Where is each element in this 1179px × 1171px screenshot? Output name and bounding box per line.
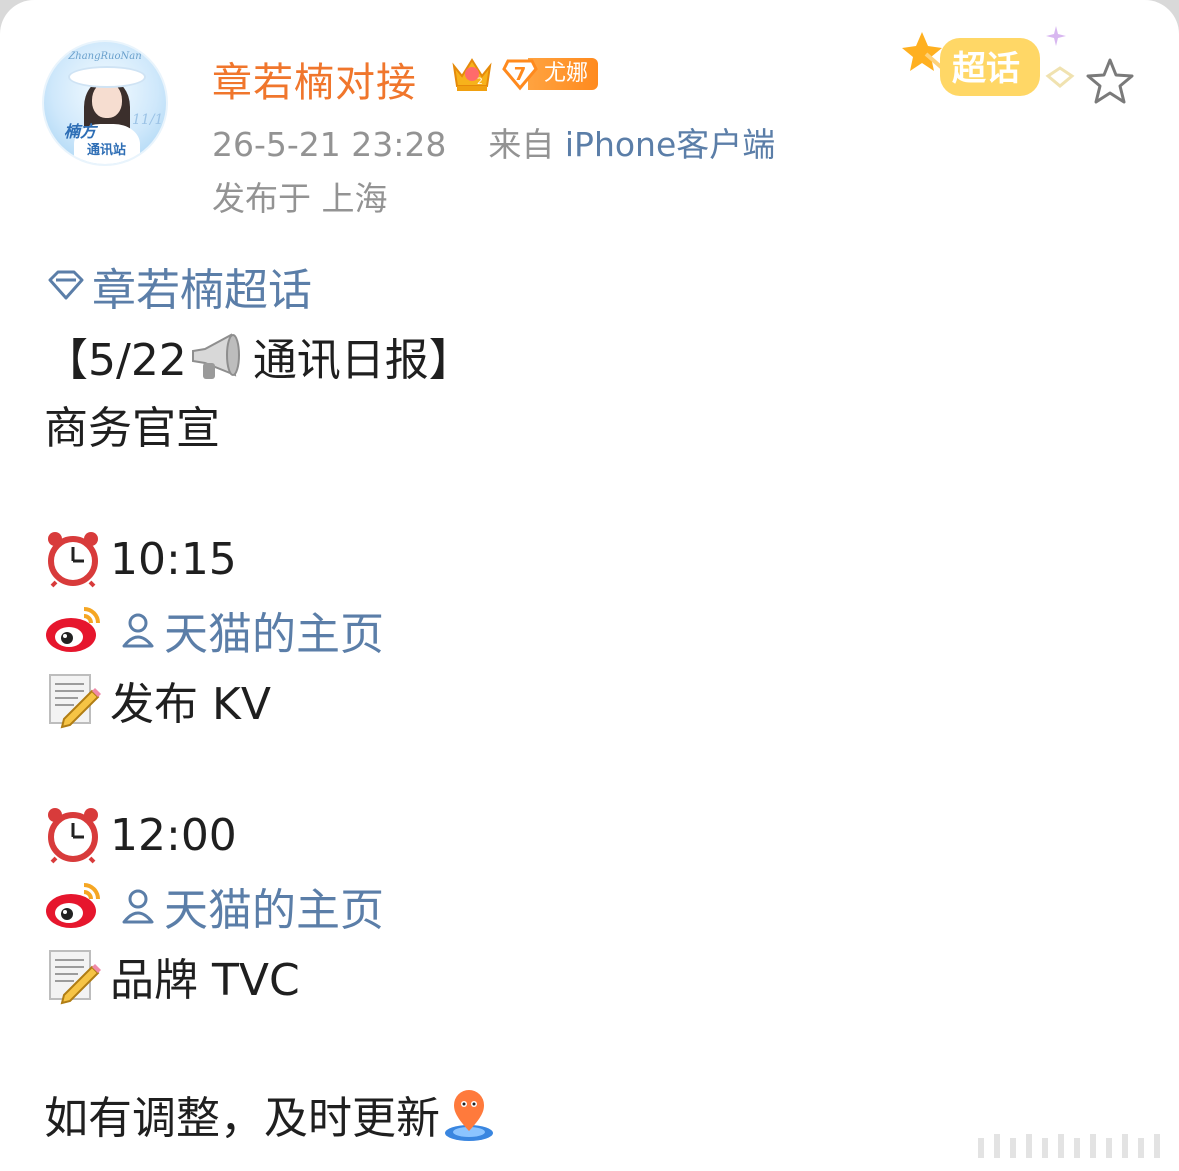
memo-icon — [49, 950, 101, 1005]
schedule-time-text: 10:15 — [110, 533, 237, 585]
post-footer: 如有调整，及时更新 — [44, 1082, 506, 1146]
title-open-text: 【5/22 — [44, 335, 187, 386]
schedule-task-1: 发布 KV — [44, 668, 271, 732]
supertopic-badge-icon[interactable]: 超话 — [900, 22, 1080, 108]
alarm-clock-icon — [48, 808, 98, 864]
post-title: 【5/22 通讯日报】 — [44, 324, 473, 388]
schedule-time-text: 12:00 — [110, 809, 237, 861]
star-icon[interactable] — [1084, 56, 1136, 108]
post-meta: 26-5-21 23:28 来自 iPhone客户端 — [212, 118, 775, 166]
avatar[interactable]: ZhangRuoNan 11/1 楠方 通讯站 — [42, 40, 168, 166]
schedule-task-text: 发布 KV — [110, 679, 271, 730]
supertopic-link[interactable]: 章若楠超话 — [44, 254, 312, 318]
supertopic-link-text: 章若楠超话 — [92, 265, 312, 316]
user-icon — [122, 889, 154, 924]
svg-text:超话: 超话 — [952, 49, 1020, 89]
level-badge-icon: 7 — [502, 57, 538, 91]
level-badge[interactable]: 7 尤娜 — [502, 56, 599, 92]
post-location: 发布于 上海 — [212, 179, 388, 218]
avatar-caption: ZhangRuoNan — [68, 51, 142, 62]
schedule-task-2: 品牌 TVC — [44, 944, 300, 1008]
memo-icon — [49, 674, 101, 729]
post-category: 商务官宣 — [44, 403, 220, 454]
account-link-1[interactable]: 天猫的主页 — [116, 598, 384, 662]
post-source-prefix: 来自 — [488, 125, 555, 164]
location-pin-icon — [445, 1090, 493, 1141]
level-tag: 尤娜 — [528, 58, 599, 90]
account-link-text: 天猫的主页 — [164, 885, 384, 936]
schedule-account-2: 天猫的主页 — [44, 874, 384, 938]
post-source-client[interactable]: iPhone客户端 — [565, 125, 775, 164]
svg-text:2: 2 — [477, 77, 483, 87]
weibo-logo-icon — [46, 883, 100, 928]
schedule-time-2: 12:00 — [44, 806, 237, 864]
schedule-account-1: 天猫的主页 — [44, 598, 384, 662]
schedule-task-text: 品牌 TVC — [110, 955, 300, 1006]
title-close-text: 通讯日报】 — [252, 335, 473, 386]
post-timestamp: 26-5-21 23:28 — [212, 125, 447, 164]
more-indicator-icon — [978, 1134, 1160, 1158]
avatar-badge-subtext: 通讯站 — [84, 139, 130, 158]
author-name[interactable]: 章若楠对接 — [212, 50, 417, 108]
weibo-logo-icon — [46, 607, 100, 652]
megaphone-icon — [191, 333, 240, 379]
schedule-time-1: 10:15 — [44, 530, 237, 588]
weibo-post-card: ZhangRuoNan 11/1 楠方 通讯站 章若楠对接 2 7 尤娜 超话 — [0, 0, 1179, 1171]
footer-text: 如有调整，及时更新 — [44, 1093, 440, 1144]
user-icon — [122, 613, 154, 648]
diamond-icon — [48, 270, 84, 300]
account-link-text: 天猫的主页 — [164, 609, 384, 660]
alarm-clock-icon — [48, 532, 98, 588]
account-link-2[interactable]: 天猫的主页 — [116, 874, 384, 938]
crown-icon: 2 — [452, 58, 492, 91]
level-number: 7 — [513, 63, 527, 85]
